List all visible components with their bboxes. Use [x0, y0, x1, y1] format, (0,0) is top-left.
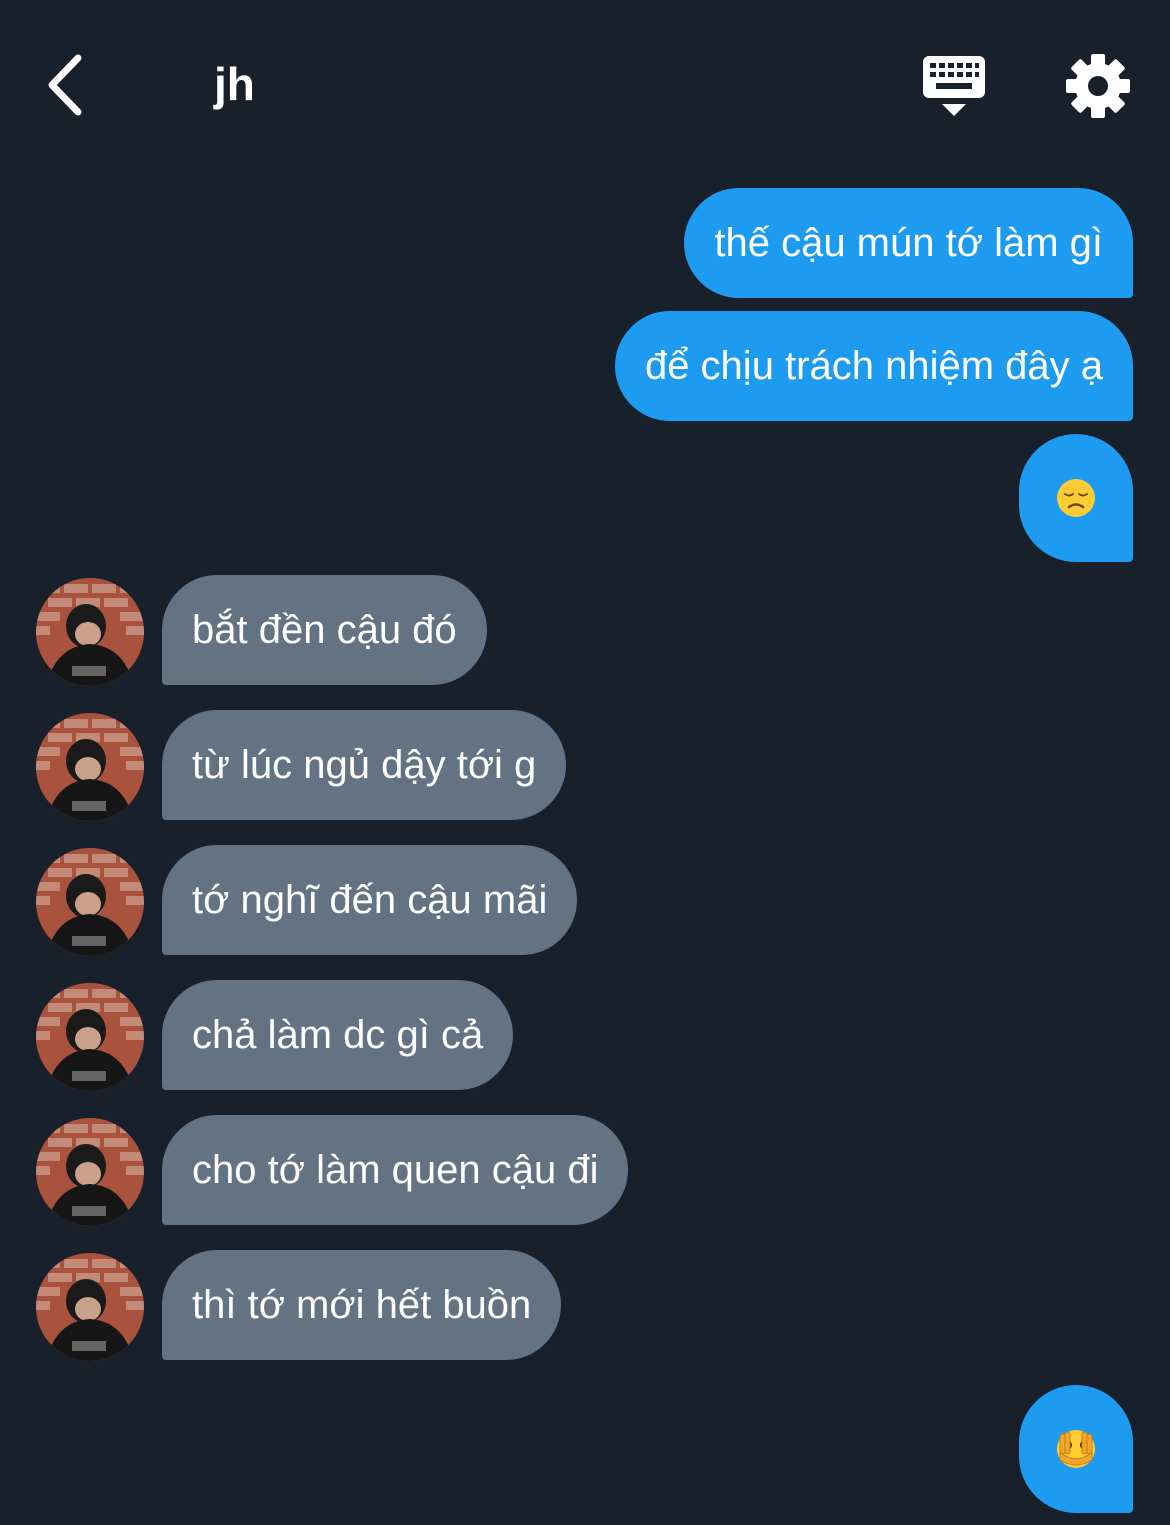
message-text: để chịu trách nhiệm đây ạ [644, 344, 1103, 388]
avatar[interactable] [36, 713, 144, 821]
message-text: chả làm dc gì cả [192, 1013, 484, 1057]
avatar-photo [36, 1118, 144, 1226]
avatar[interactable] [36, 1118, 144, 1226]
avatar-photo [36, 578, 144, 686]
message-bubble-outgoing-emoji[interactable] [1019, 1385, 1133, 1513]
avatar[interactable] [36, 1253, 144, 1361]
back-button[interactable] [30, 45, 100, 125]
message-text: bắt đền cậu đó [192, 608, 457, 652]
avatar[interactable] [36, 578, 144, 686]
message-bubble-outgoing-emoji[interactable] [1019, 434, 1133, 562]
avatar[interactable] [36, 848, 144, 956]
message-bubble-incoming[interactable]: bắt đền cậu đó [162, 575, 487, 685]
top-bar: jh [0, 0, 1170, 170]
message-text: từ lúc ngủ dậy tới g [192, 743, 537, 787]
keyboard-icon [923, 56, 985, 116]
message-text: thì tớ mới hết buồn [192, 1283, 532, 1327]
message-text: cho tớ làm quen cậu đi [192, 1148, 599, 1192]
avatar-photo [36, 713, 144, 821]
keyboard-button[interactable] [918, 52, 990, 122]
settings-button[interactable] [1062, 50, 1134, 122]
message-bubble-incoming[interactable]: từ lúc ngủ dậy tới g [162, 710, 567, 820]
chevron-left-icon [48, 54, 82, 116]
message-bubble-incoming[interactable]: cho tớ làm quen cậu đi [162, 1115, 629, 1225]
message-text: thế cậu mún tớ làm gì [714, 221, 1103, 265]
disappointed-face-emoji [1057, 479, 1095, 517]
avatar-photo [36, 1253, 144, 1361]
avatar[interactable] [36, 983, 144, 1091]
avatar-photo [36, 848, 144, 956]
message-bubble-outgoing[interactable]: để chịu trách nhiệm đây ạ [614, 311, 1133, 421]
message-text: tớ nghĩ đến cậu mãi [192, 878, 548, 922]
avatar-photo [36, 983, 144, 1091]
conversation-title: jh [214, 58, 255, 110]
message-bubble-incoming[interactable]: chả làm dc gì cả [162, 980, 514, 1090]
gear-icon [1066, 54, 1130, 118]
message-bubble-incoming[interactable]: thì tớ mới hết buồn [162, 1250, 562, 1360]
face-with-open-eyes-and-hand-over-mouth-emoji [1057, 1430, 1095, 1468]
message-bubble-incoming[interactable]: tớ nghĩ đến cậu mãi [162, 845, 578, 955]
message-bubble-outgoing[interactable]: thế cậu mún tớ làm gì [684, 188, 1133, 298]
